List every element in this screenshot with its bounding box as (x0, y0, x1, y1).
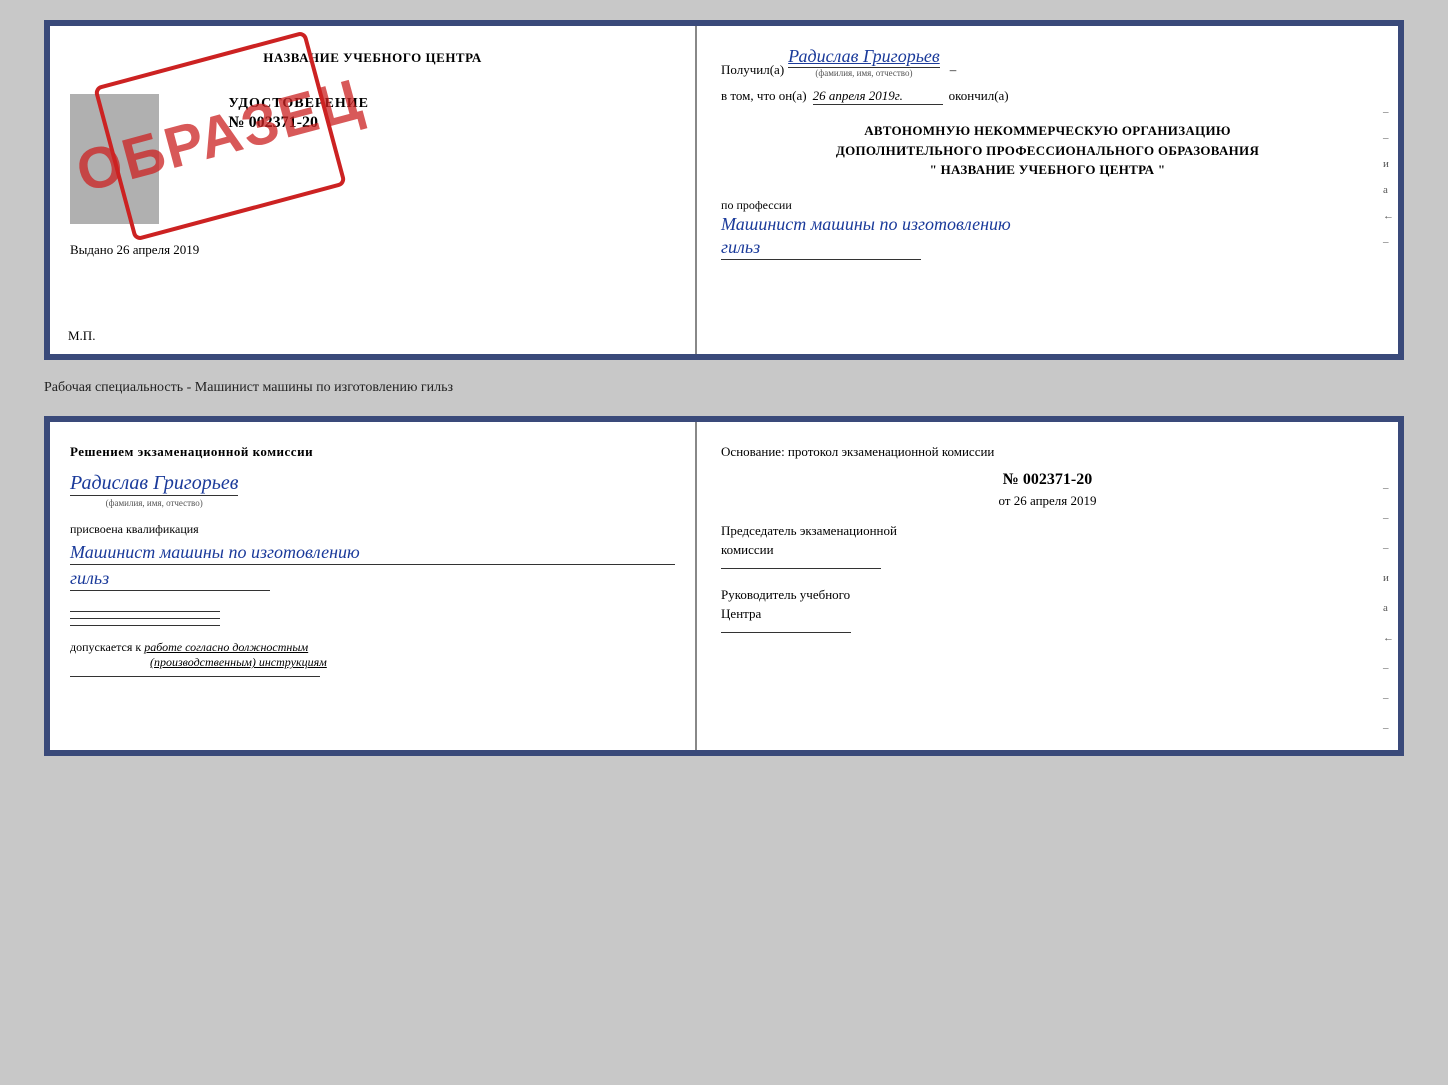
prisvoena-text: присвоена квалификация (70, 522, 675, 537)
rukovoditel-line2: Центра (721, 604, 1374, 624)
professiya-label: по профессии (721, 198, 1374, 213)
vtom-line: в том, что он(а) 26 апреля 2019г. окончи… (721, 88, 1374, 105)
professiya-block: по профессии Машинист машины по изготовл… (721, 198, 1374, 261)
sign-line-2 (70, 618, 220, 619)
predsedatel-line1: Председатель экзаменационной (721, 521, 1374, 541)
udost-number: № 002371-20 (229, 114, 318, 132)
bottom-doc-right: Основание: протокол экзаменационной коми… (697, 422, 1398, 750)
vydano-line: Выдано 26 апреля 2019 (70, 242, 199, 258)
dopusk-underline (70, 676, 320, 677)
fio-caption-bottom: (фамилия, имя, отчество) (106, 498, 203, 508)
rukovoditel-line1: Руководитель учебного (721, 585, 1374, 605)
predsedatel-block: Председатель экзаменационной комиссии (721, 521, 1374, 569)
photo-placeholder (70, 94, 159, 224)
sign-line-1 (70, 611, 220, 612)
bottom-doc-left: Решением экзаменационной комиссии Радисл… (50, 422, 697, 750)
top-document: НАЗВАНИЕ УЧЕБНОГО ЦЕНТРА ОБРАЗЕЦ УДОСТОВ… (44, 20, 1404, 360)
top-doc-left: НАЗВАНИЕ УЧЕБНОГО ЦЕНТРА ОБРАЗЕЦ УДОСТОВ… (50, 26, 697, 354)
dopusk-prefix: допускается к (70, 640, 141, 654)
school-name-top: НАЗВАНИЕ УЧЕБНОГО ЦЕНТРА (263, 50, 482, 66)
ot-prefix: от (998, 493, 1010, 508)
bottom-date: 26 апреля 2019 (1014, 493, 1097, 508)
udostoverenie-label: УДОСТОВЕРЕНИЕ (229, 96, 369, 112)
subtitle-line: Рабочая специальность - Машинист машины … (44, 378, 1404, 398)
dopusk-italic: работе согласно должностным (144, 640, 308, 654)
professiya-value1: Машинист машины по изготовлению (721, 213, 1374, 236)
top-doc-right: Получил(а) Радислав Григорьев (фамилия, … (697, 26, 1398, 354)
org-name: " НАЗВАНИЕ УЧЕБНОГО ЦЕНТРА " (721, 160, 1374, 180)
rukovoditel-sign (721, 632, 851, 633)
kval-value2: гильз (70, 567, 270, 591)
resheniem-text: Решением экзаменационной комиссии (70, 442, 675, 462)
okoncil-suffix: окончил(а) (949, 88, 1009, 104)
kval-value1: Машинист машины по изготовлению (70, 541, 675, 565)
vydano-date-right: 26 апреля 2019г. (813, 88, 943, 105)
person-name-top: Радислав Григорьев (788, 46, 940, 68)
sign-line-3 (70, 625, 220, 626)
osnovanie-block: Основание: протокол экзаменационной коми… (721, 442, 1374, 463)
fio-caption-top: (фамилия, имя, отчество) (815, 68, 912, 78)
dash-top: – (950, 62, 957, 78)
osnovanie-text: Основание: протокол экзаменационной коми… (721, 442, 1374, 463)
predsedatel-line2: комиссии (721, 540, 1374, 560)
dopuskaetsya-text: допускается к работе согласно должностны… (70, 640, 675, 655)
protokol-number: № 002371-20 (721, 471, 1374, 489)
side-marks-top: – – и а ← – (1383, 106, 1394, 248)
professiya-value2: гильз (721, 236, 921, 260)
dopusk-italic2: (производственным) инструкциям (150, 655, 675, 670)
poluchil-line: Получил(а) Радислав Григорьев (фамилия, … (721, 46, 1374, 78)
org-line1: АВТОНОМНУЮ НЕКОММЕРЧЕСКУЮ ОРГАНИЗАЦИЮ (721, 121, 1374, 141)
predsedatel-sign (721, 568, 881, 569)
bottom-document: Решением экзаменационной комиссии Радисл… (44, 416, 1404, 756)
mp-line: М.П. (68, 328, 95, 344)
poluchil-prefix: Получил(а) (721, 62, 784, 78)
udostoverenie-block: УДОСТОВЕРЕНИЕ № 002371-20 (229, 96, 675, 224)
rukovoditel-block: Руководитель учебного Центра (721, 585, 1374, 633)
vydano-date: 26 апреля 2019 (117, 242, 200, 257)
vydano-label: Выдано (70, 242, 113, 257)
org-line2: ДОПОЛНИТЕЛЬНОГО ПРОФЕССИОНАЛЬНОГО ОБРАЗО… (721, 141, 1374, 161)
ot-date: от 26 апреля 2019 (721, 493, 1374, 509)
vtom-prefix: в том, что он(а) (721, 88, 807, 104)
side-marks-bottom: – – – и а ← – – – (1383, 482, 1394, 734)
org-block: АВТОНОМНУЮ НЕКОММЕРЧЕСКУЮ ОРГАНИЗАЦИЮ ДО… (721, 121, 1374, 180)
person-name-bottom: Радислав Григорьев (70, 472, 238, 496)
